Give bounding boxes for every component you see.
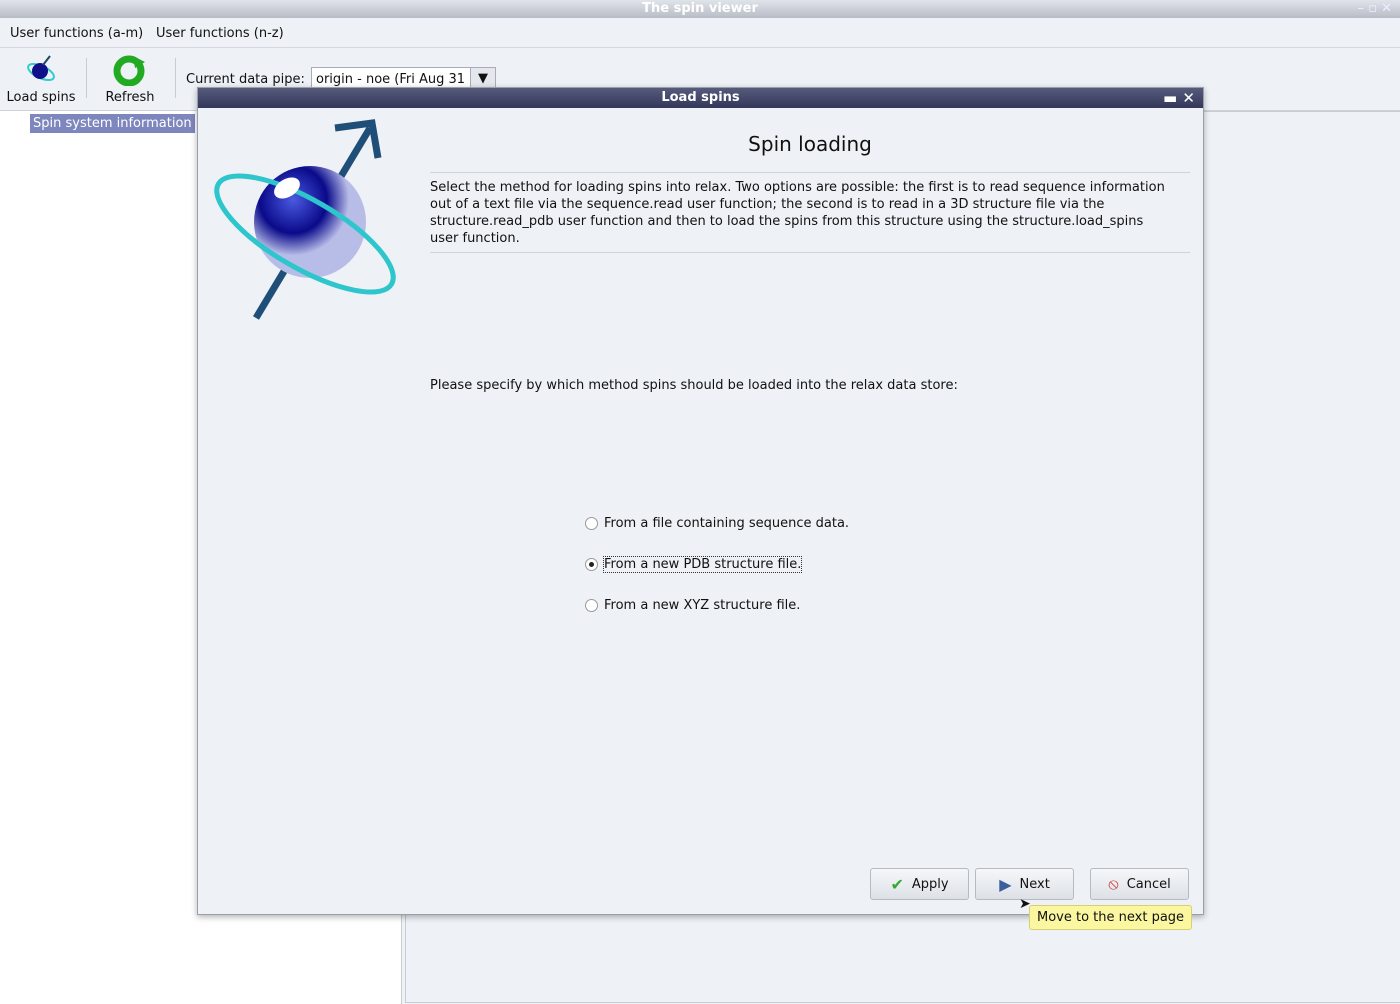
dialog-titlebar: Load spins ▬ ✕ — [198, 88, 1203, 108]
method-prompt: Please specify by which method spins sho… — [430, 378, 958, 393]
radio-button[interactable] — [585, 599, 598, 612]
apply-button[interactable]: ✔ Apply — [870, 868, 969, 900]
menu-user-functions-a-m[interactable]: User functions (a-m) — [10, 26, 143, 41]
spin-logo-icon — [214, 119, 396, 320]
tree-item-spin-system-information[interactable]: Spin system information — [30, 114, 195, 133]
menu-bar: User functions (a-m) User functions (n-z… — [0, 20, 1400, 48]
load-spins-dialog: Load spins ▬ ✕ Spin loading Select the m… — [197, 87, 1204, 915]
cancel-button[interactable]: ⦸ Cancel — [1090, 868, 1189, 900]
tooltip: Move to the next page — [1029, 905, 1193, 930]
dialog-title: Load spins — [661, 90, 740, 105]
radio-button[interactable] — [585, 558, 598, 571]
load-spins-button[interactable]: Load spins — [4, 54, 78, 105]
data-pipe-value: origin - noe (Fri Aug 31 1 — [316, 72, 468, 87]
arrow-right-icon: ▶ — [999, 874, 1012, 894]
check-icon: ✔ — [890, 874, 904, 894]
spin-icon — [27, 55, 55, 82]
refresh-label: Refresh — [105, 90, 155, 105]
window-titlebar: The spin viewer – ▫ ✕ — [0, 0, 1400, 18]
refresh-button[interactable]: Refresh — [98, 54, 162, 105]
radio-label: From a new XYZ structure file. — [604, 598, 801, 613]
cancel-label: Cancel — [1126, 876, 1171, 892]
refresh-icon — [113, 55, 145, 87]
mouse-cursor-icon: ➤ — [1019, 896, 1031, 912]
window-title: The spin viewer — [642, 1, 758, 16]
page-description: Select the method for loading spins into… — [430, 180, 1165, 246]
radio-xyz-file[interactable]: From a new XYZ structure file. — [585, 598, 800, 613]
radio-label: From a file containing sequence data. — [604, 516, 850, 531]
window-controls-icon[interactable]: – ▫ ✕ — [1358, 0, 1392, 18]
apply-label: Apply — [911, 876, 949, 892]
next-label: Next — [1019, 876, 1050, 892]
page-heading: Spin loading — [748, 132, 872, 156]
dialog-minimize-close-icon[interactable]: ▬ ✕ — [1163, 88, 1195, 108]
cancel-icon: ⦸ — [1108, 874, 1119, 893]
radio-button[interactable] — [585, 517, 598, 530]
radio-label: From a new PDB structure file. — [602, 556, 803, 573]
menu-user-functions-n-z[interactable]: User functions (n-z) — [156, 26, 284, 41]
radio-pdb-file[interactable]: From a new PDB structure file. — [585, 556, 803, 573]
load-spins-label: Load spins — [6, 90, 76, 105]
radio-sequence-file[interactable]: From a file containing sequence data. — [585, 516, 849, 531]
data-pipe-label: Current data pipe: — [186, 72, 305, 87]
